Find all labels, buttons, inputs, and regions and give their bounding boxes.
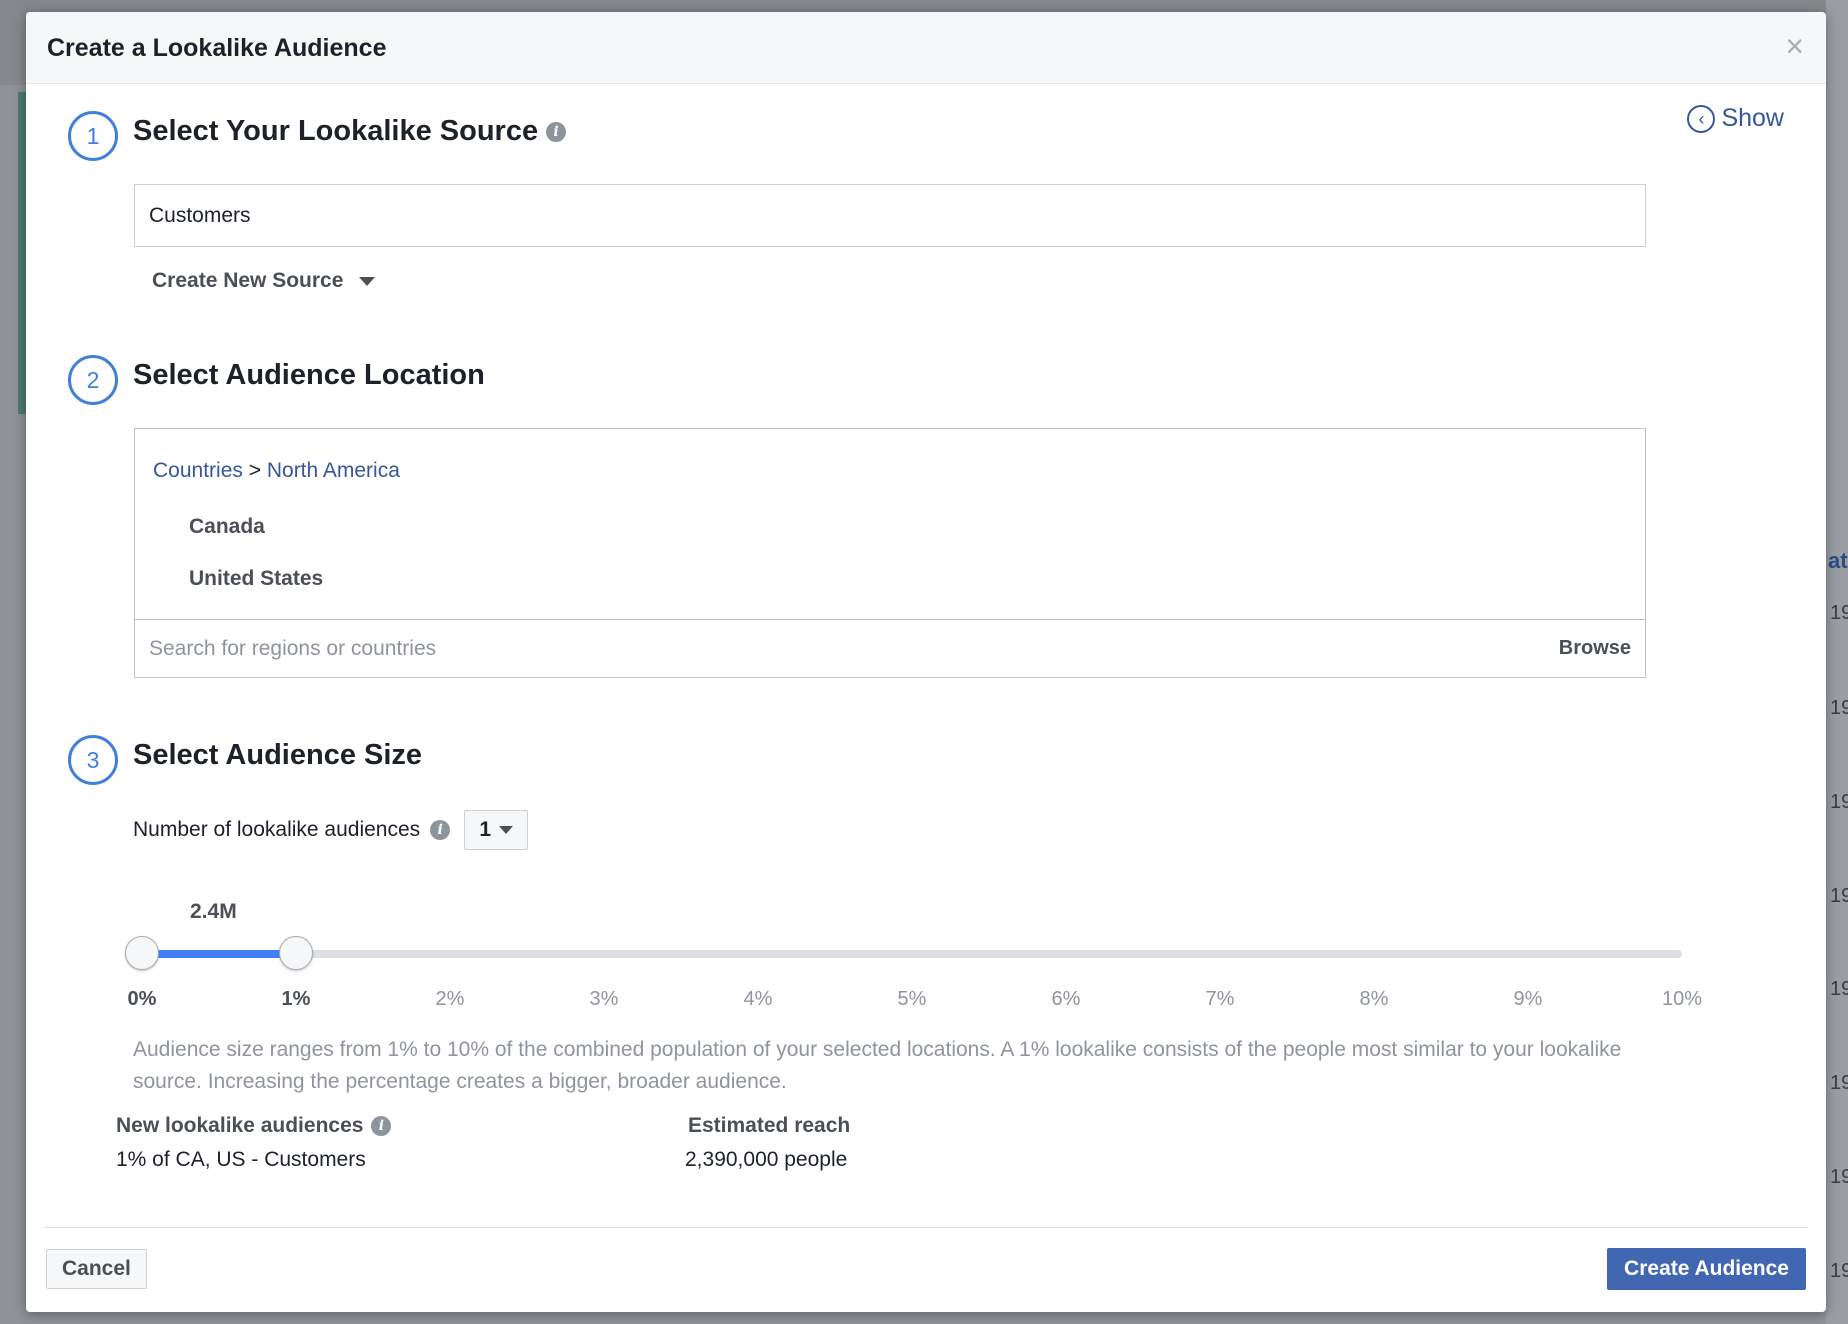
estimated-reach-value: 2,390,000 people <box>685 1148 848 1171</box>
background-number: 19 <box>1830 1166 1848 1188</box>
slider-tick-label: 4% <box>743 988 773 1010</box>
number-of-audiences-value: 1 <box>479 818 492 841</box>
breadcrumb-region-link[interactable]: North America <box>267 459 400 482</box>
background-link-fragment: at <box>1828 548 1848 573</box>
step-2-badge: 2 <box>68 355 118 405</box>
step-1-title: Select Your Lookalike Source i <box>133 115 567 148</box>
new-audiences-header-text: New lookalike audiences <box>116 1114 364 1137</box>
footer-divider <box>44 1227 1808 1228</box>
step-1-badge: 1 <box>68 111 118 161</box>
cancel-button[interactable]: Cancel <box>46 1249 147 1289</box>
location-breadcrumb: Countries > North America <box>153 459 400 483</box>
location-search-bar: Browse <box>135 619 1645 677</box>
slider-tick-labels: 0% 1% 2% 3% 4% 5% 6% 7% 8% 9% 10% <box>128 988 1702 1014</box>
background-number: 19 <box>1830 885 1848 907</box>
chevron-left-icon: ‹ <box>1687 104 1716 133</box>
step-3-title: Select Audience Size <box>133 739 422 772</box>
new-audiences-header: New lookalike audiences i <box>116 1114 392 1138</box>
slider-tick-label: 1% <box>281 988 311 1010</box>
create-new-source-dropdown[interactable]: Create New Source <box>152 269 376 293</box>
caret-down-icon <box>499 826 514 834</box>
info-icon[interactable]: i <box>430 820 451 840</box>
slider-value-label: 2.4M <box>190 900 237 923</box>
info-icon[interactable]: i <box>371 1116 392 1136</box>
step-2-title: Select Audience Location <box>133 359 485 392</box>
location-selector: Countries > North America Canada United … <box>134 428 1646 678</box>
slider-fill <box>142 950 296 958</box>
number-of-audiences-label: Number of lookalike audiences <box>133 818 421 841</box>
background-accent-bar <box>18 92 26 414</box>
estimated-reach-header: Estimated reach <box>688 1114 851 1137</box>
caret-down-icon <box>359 276 376 286</box>
number-of-audiences-row: Number of lookalike audiences i 1 <box>133 810 529 850</box>
browse-button[interactable]: Browse <box>1559 637 1631 660</box>
slider-tick-label: 3% <box>589 988 619 1010</box>
number-of-audiences-select[interactable]: 1 <box>464 810 529 850</box>
background-right-column: at 19 19 19 19 19 19 19 19 <box>1826 0 1848 1324</box>
modal-title: Create a Lookalike Audience <box>47 34 387 62</box>
slider-handle-end[interactable] <box>279 936 313 970</box>
create-audience-button[interactable]: Create Audience <box>1607 1248 1806 1290</box>
slider-tick-label: 9% <box>1513 988 1543 1010</box>
background-number: 19 <box>1830 1260 1848 1282</box>
create-source-label: Create New Source <box>152 269 344 292</box>
audience-size-description: Audience size ranges from 1% to 10% of t… <box>133 1038 1622 1093</box>
modal-header: Create a Lookalike Audience × <box>26 12 1826 84</box>
background-number: 19 <box>1830 602 1848 624</box>
slider-tick-label: 7% <box>1205 988 1235 1010</box>
slider-handle-start[interactable] <box>125 936 159 970</box>
background-number: 19 <box>1830 1072 1848 1094</box>
slider-tick-label: 6% <box>1051 988 1081 1010</box>
info-icon[interactable]: i <box>546 121 567 142</box>
slider-track <box>142 950 1682 958</box>
show-panel-link[interactable]: ‹ Show <box>1687 104 1784 133</box>
close-icon[interactable]: × <box>1785 30 1804 62</box>
background-number: 19 <box>1830 697 1848 719</box>
step-3-badge: 3 <box>68 735 118 785</box>
slider-tick-label: 10% <box>1661 988 1703 1010</box>
new-audiences-value: 1% of CA, US - Customers <box>116 1148 366 1171</box>
step-3-title-text: Select Audience Size <box>133 739 423 771</box>
background-number: 19 <box>1830 791 1848 813</box>
slider-tick-label: 8% <box>1359 988 1389 1010</box>
location-item-canada[interactable]: Canada <box>189 515 265 539</box>
show-label: Show <box>1721 104 1784 132</box>
step-1-title-text: Select Your Lookalike Source <box>133 115 539 147</box>
lookalike-source-input[interactable]: Customers <box>134 184 1646 247</box>
slider-tick-label: 2% <box>435 988 465 1010</box>
location-search-input[interactable] <box>147 635 1347 662</box>
location-item-united-states[interactable]: United States <box>189 567 323 591</box>
step-2-title-text: Select Audience Location <box>133 359 485 391</box>
slider-tick-label: 0% <box>127 988 157 1010</box>
breadcrumb-countries-link[interactable]: Countries <box>153 459 243 482</box>
audience-size-slider[interactable] <box>125 936 1682 970</box>
lookalike-audience-modal: Create a Lookalike Audience × ‹ Show 1 S… <box>26 12 1826 1312</box>
slider-tick-label: 5% <box>897 988 927 1010</box>
breadcrumb-separator: > <box>248 459 261 482</box>
background-number: 19 <box>1830 978 1848 1000</box>
